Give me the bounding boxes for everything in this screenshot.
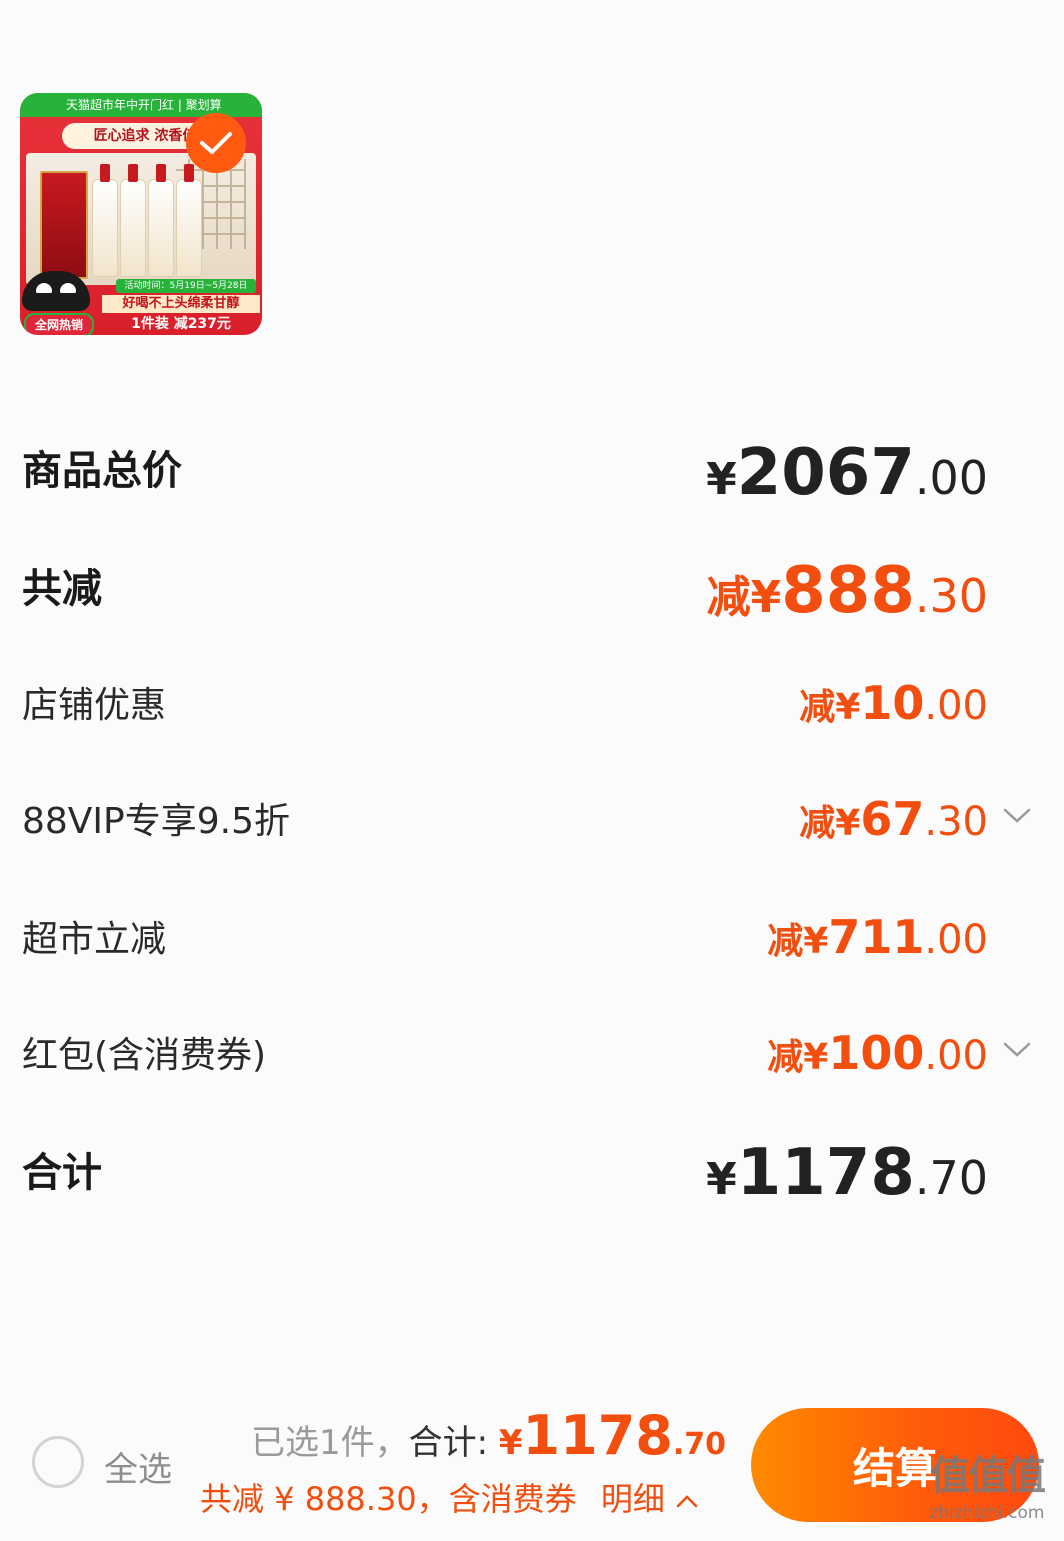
bottle-image [92, 164, 118, 277]
select-all-label[interactable]: 全选 [104, 1442, 172, 1491]
vip-discount-value: 减¥67.30 [799, 792, 988, 846]
detail-link[interactable]: 明细 [601, 1480, 665, 1518]
gift-box [40, 171, 88, 279]
market-discount-label: 超市立减 [22, 919, 167, 960]
chevron-down-icon[interactable] [1002, 806, 1032, 826]
row-total-price: 商品总价 ¥2067.00 [22, 436, 988, 510]
thumbnail-scene [26, 153, 256, 285]
total-reduction-value: 减¥888.30 [706, 554, 988, 628]
row-total-reduction: 共减 减¥888.30 [22, 554, 988, 628]
sum-value: ¥1178.70 [706, 1136, 988, 1210]
select-all-radio[interactable] [32, 1436, 84, 1488]
watermark-logo: 值值值 [930, 1453, 1046, 1499]
store-discount-label: 店铺优惠 [22, 685, 167, 726]
thumbnail-date-strip: 活动时间：5月19日~5月28日 [116, 279, 256, 293]
thumbnail-top-banner: 天猫超市年中开门红 | 聚划算 [20, 93, 262, 117]
chevron-up-icon[interactable] [675, 1493, 699, 1509]
savings-summary: 共减 ¥ 888.30，含消费券 明细 [200, 1474, 699, 1520]
total-price-value: ¥2067.00 [706, 436, 988, 510]
product-selected-checkbox[interactable] [186, 113, 246, 173]
sum-label: 合计 [22, 1150, 102, 1196]
bottle-image [120, 164, 146, 277]
thumbnail-promo: 1件装 减237元 [131, 316, 231, 332]
total-reduction-label: 共减 [22, 566, 102, 612]
selected-count: 已选1件， [250, 1423, 409, 1463]
bottle-image [176, 164, 202, 277]
red-packet-value: 减¥100.00 [767, 1026, 988, 1080]
row-market-discount: 超市立减 减¥711.00 [22, 910, 988, 964]
watermark: 值值值 zhizhizhi.com [912, 1450, 1062, 1540]
row-vip-discount[interactable]: 88VIP专享9.5折 减¥67.30 [22, 792, 988, 846]
savings-text: 共减 ¥ 888.30，含消费券 [200, 1480, 577, 1518]
selected-summary: 已选1件，合计: ¥1178.70 [251, 1404, 726, 1467]
bottom-sum-label: 合计: [408, 1423, 489, 1463]
total-price-label: 商品总价 [22, 448, 182, 494]
bottle-image [148, 164, 174, 277]
thumbnail-tagline: 好喝不上头绵柔甘醇 [102, 295, 260, 313]
hot-sale-tag: 全网热销 [24, 313, 94, 335]
row-store-discount: 店铺优惠 减¥10.00 [22, 676, 988, 730]
red-packet-label: 红包(含消费券) [22, 1035, 267, 1076]
watermark-url: zhizhizhi.com [929, 1503, 1045, 1523]
vip-discount-label: 88VIP专享9.5折 [22, 801, 291, 842]
checkout-bar: 全选 已选1件，合计: ¥1178.70 共减 ¥ 888.30，含消费券 明细… [0, 1390, 1064, 1541]
row-red-packet[interactable]: 红包(含消费券) 减¥100.00 [22, 1026, 988, 1080]
store-discount-value: 减¥10.00 [799, 676, 988, 730]
row-sum: 合计 ¥1178.70 [22, 1136, 988, 1210]
market-discount-value: 减¥711.00 [767, 910, 988, 964]
chevron-down-icon[interactable] [1002, 1040, 1032, 1060]
bottom-sum-amount: ¥1178.70 [498, 1404, 726, 1467]
check-icon [200, 132, 232, 154]
